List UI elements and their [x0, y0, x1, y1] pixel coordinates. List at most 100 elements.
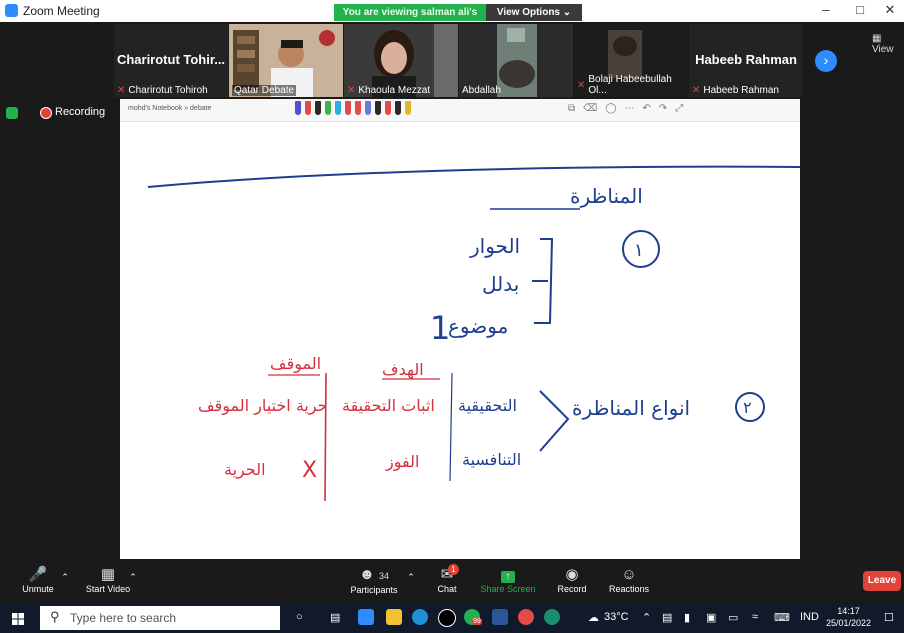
clock-time: 14:17	[837, 606, 860, 616]
record-button[interactable]: ◉ Record	[552, 566, 592, 594]
notifications-icon[interactable]: ☐	[884, 611, 894, 624]
participant-tile[interactable]: Charirotut Tohir... ✕ Charirotut Tohiroh	[114, 24, 228, 97]
pen-tool[interactable]	[365, 101, 371, 115]
participant-label: Habeeb Rahman	[703, 85, 779, 96]
unmute-label: Unmute	[22, 584, 54, 594]
language-indicator[interactable]: IND	[800, 611, 819, 623]
network-icon[interactable]: ▤	[662, 611, 672, 624]
cortana-icon[interactable]: ○	[296, 611, 303, 623]
audio-options-caret[interactable]: ⌃	[58, 572, 72, 583]
pen-tool[interactable]	[335, 101, 341, 115]
participant-tile[interactable]: Habeeb Rahman ✕ Habeeb Rahman	[689, 24, 803, 97]
edge-icon[interactable]	[412, 609, 428, 625]
browser-icon[interactable]	[544, 609, 560, 625]
pen-tool[interactable]	[345, 101, 351, 115]
keyboard-icon[interactable]: ⌨	[774, 611, 790, 624]
grid-icon: ▦	[872, 33, 882, 44]
zoom-taskbar-icon[interactable]	[358, 609, 374, 625]
maximize-button[interactable]: □	[846, 2, 874, 17]
recording-label: Recording	[55, 106, 106, 118]
notebook-toolbar: mohd's Notebook » debate ⧉ ⌫ ◯ ⋯ ↶ ↷ ⤢	[120, 99, 800, 122]
type-competitive: التنافسية	[462, 450, 521, 469]
more-icon[interactable]: ⋯	[624, 103, 634, 114]
task-view-icon[interactable]: ▤	[330, 611, 340, 624]
share-screen-icon: ↑	[501, 571, 515, 583]
stance-header: الموقف	[270, 354, 321, 374]
reactions-label: Reactions	[608, 584, 650, 594]
chevron-up-icon: ⌃	[61, 572, 69, 582]
separator-blue	[449, 372, 453, 482]
unmute-button[interactable]: 🎤 Unmute	[18, 566, 58, 594]
pen-tool[interactable]	[385, 101, 391, 115]
pen-tool[interactable]	[395, 101, 401, 115]
camera-icon[interactable]: ▣	[706, 611, 716, 624]
expand-icon[interactable]: ⤢	[675, 103, 683, 114]
wifi-icon[interactable]: ≈	[752, 611, 758, 623]
undo-icon[interactable]: ↶	[642, 103, 650, 114]
microphone-icon[interactable]: ▮	[684, 611, 690, 624]
number-2-text: ٢	[743, 398, 752, 417]
recording-indicator: Recording	[0, 97, 120, 127]
participant-tile[interactable]: ✕ Khaoula Mezzat	[344, 24, 458, 97]
window-title: Zoom Meeting	[23, 4, 100, 18]
participant-tile[interactable]: Qatar Debate	[229, 24, 343, 97]
shield-icon	[6, 107, 18, 119]
view-button[interactable]: ▦ View	[872, 33, 904, 55]
types-bracket	[539, 390, 570, 452]
participants-button[interactable]: ☻ 34 Participants	[346, 566, 402, 595]
participant-tile[interactable]: Abdallah	[459, 24, 573, 97]
chrome-icon[interactable]	[518, 609, 534, 625]
leave-button[interactable]: Leave	[863, 571, 901, 591]
mic-muted-icon: ✕	[347, 85, 356, 96]
participants-options-caret[interactable]: ⌃	[404, 572, 418, 583]
pen-tool[interactable]	[315, 101, 321, 115]
tiktok-icon[interactable]	[438, 609, 456, 627]
taskbar-search-input[interactable]: ⚲ Type here to search	[40, 606, 280, 630]
battery-icon[interactable]: ▭	[728, 611, 738, 624]
video-options-caret[interactable]: ⌃	[126, 572, 140, 583]
cross-mark: X	[302, 458, 317, 483]
share-screen-button[interactable]: ↑ Share Screen	[480, 566, 536, 594]
pen-tool[interactable]	[375, 101, 381, 115]
word-icon[interactable]	[492, 609, 508, 625]
windows-start-icon[interactable]	[12, 613, 24, 625]
pen-tool[interactable]	[325, 101, 331, 115]
breadcrumb[interactable]: mohd's Notebook » debate	[128, 105, 211, 112]
pen-tool[interactable]	[295, 101, 301, 115]
number-1-text: ١	[634, 240, 644, 261]
pen-tool[interactable]	[405, 101, 411, 115]
view-label: View	[872, 44, 894, 55]
mic-muted-icon: ✕	[117, 85, 126, 96]
people-icon: ☻	[359, 566, 375, 583]
lasso-icon[interactable]: ◯	[605, 103, 616, 114]
participant-name: Habeeb Rahman	[695, 52, 797, 67]
pen-tool[interactable]	[305, 101, 311, 115]
close-button[interactable]: ✕	[876, 2, 904, 18]
participant-label: Bolaji Habeebullah Ol...	[588, 74, 672, 96]
search-placeholder: Type here to search	[70, 611, 177, 625]
chat-button[interactable]: ✉ 1 Chat	[430, 564, 464, 594]
participant-tile[interactable]: ✕ Bolaji Habeebullah Ol...	[574, 24, 688, 97]
eraser-icon[interactable]: ⌫	[583, 103, 597, 114]
shared-screen: mohd's Notebook » debate ⧉ ⌫ ◯ ⋯ ↶ ↷ ⤢ ا…	[120, 99, 800, 559]
whiteboard-drawing: المناظرة ١ الحوار بدلل موضوع 1 ٢ انواع ا…	[147, 165, 800, 502]
reactions-button[interactable]: ☺ Reactions	[604, 566, 654, 594]
search-icon: ⚲	[50, 609, 60, 624]
whatsapp-icon[interactable]: 99	[464, 609, 482, 625]
whatsapp-badge: 99	[472, 618, 482, 625]
clock[interactable]: 14:17 25/01/2022	[826, 605, 871, 629]
record-label: Record	[557, 584, 587, 594]
pen-tool[interactable]	[355, 101, 361, 115]
participant-label: Abdallah	[462, 85, 501, 96]
view-options-button[interactable]: View Options ⌄	[486, 4, 582, 21]
goal-2: الفوز	[385, 452, 419, 472]
mic-muted-icon: ✕	[692, 85, 701, 96]
copy-icon[interactable]: ⧉	[568, 103, 575, 114]
redo-icon[interactable]: ↷	[659, 103, 667, 114]
chevron-up-icon[interactable]: ⌃	[642, 611, 651, 624]
goal-1: اثبات التحقيقة	[342, 396, 435, 415]
heading-text: المناظرة	[570, 184, 643, 208]
minimize-button[interactable]: –	[812, 2, 840, 17]
chevron-right-icon[interactable]: ›	[815, 50, 837, 72]
file-explorer-icon[interactable]	[386, 609, 402, 625]
